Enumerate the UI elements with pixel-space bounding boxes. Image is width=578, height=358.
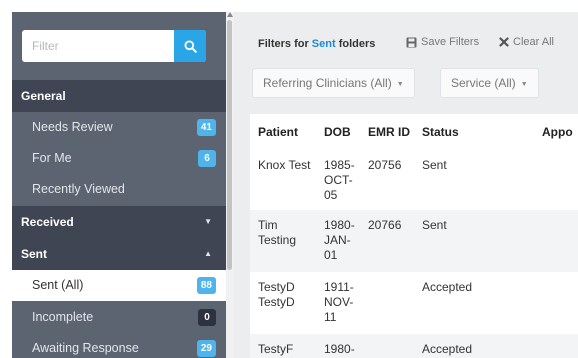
service-dropdown[interactable]: Service (All) ▼ [440, 68, 539, 98]
column-header-status[interactable]: Status [422, 114, 459, 150]
dob-cell: 1911- NOV- 11 [324, 280, 354, 324]
sidebar-item-sent-all[interactable]: Sent (All) 88 [12, 270, 226, 301]
status-cell: Accepted [422, 280, 473, 294]
dob-cell: 1980- JAN- 01 [324, 218, 355, 262]
filters-title: Filters for Sent folders [258, 38, 375, 50]
save-filters-label: Save Filters [421, 36, 480, 48]
count-badge: 29 [196, 340, 216, 357]
table-row[interactable]: Tim Testing 1980- JAN- 01 20766 Sent [250, 210, 578, 272]
filters-title-prefix: Filters for [258, 38, 312, 50]
table-row[interactable]: TestyF 1980- Accepted [250, 334, 578, 358]
search-button[interactable] [174, 30, 206, 62]
dropdown-label: Referring Clinicians (All) [263, 76, 392, 90]
close-icon [499, 37, 509, 47]
dob-cell: 1985- OCT- 05 [324, 158, 355, 202]
table-header-row: Patient DOB EMR ID Status Appo [250, 114, 578, 150]
save-filters-button[interactable]: Save Filters [406, 36, 479, 48]
section-received-label: Received [21, 215, 74, 229]
filter-box [22, 30, 206, 62]
filter-input[interactable] [22, 30, 174, 62]
count-badge: 6 [198, 150, 216, 167]
scrollbar-thumb[interactable] [227, 20, 232, 270]
section-sent-label: Sent [21, 247, 48, 261]
sidebar-item-label: Sent (All) [32, 278, 84, 292]
sidebar-item-label: Recently Viewed [32, 182, 125, 196]
dropdown-label: Service (All) [451, 76, 516, 90]
clear-all-label: Clear All [513, 36, 554, 48]
filters-title-folder: Sent [311, 38, 336, 50]
status-cell: Sent [422, 158, 447, 172]
section-sent[interactable]: Sent ▲ [12, 238, 226, 270]
table-row[interactable]: TestyD TestyD 1911- NOV- 11 Accepted [250, 272, 578, 334]
column-header-patient[interactable]: Patient [258, 114, 298, 150]
patient-cell: Knox Test [258, 158, 311, 172]
sidebar-item-needs-review[interactable]: Needs Review 41 [12, 112, 226, 143]
caret-down-icon: ▼ [396, 81, 404, 88]
scroll-up-icon[interactable] [227, 12, 233, 17]
status-cell: Accepted [422, 342, 473, 356]
dob-cell: 1980- [324, 342, 355, 356]
patient-cell: TestyF [258, 342, 294, 356]
sidebar-item-label: Awaiting Response [32, 341, 139, 355]
column-header-appointment[interactable]: Appo [542, 114, 573, 150]
sidebar-item-recently-viewed[interactable]: Recently Viewed [12, 174, 226, 205]
section-general[interactable]: General [12, 80, 226, 112]
patient-cell: Tim Testing [258, 218, 297, 247]
section-general-label: General [21, 89, 66, 103]
sidebar-scrollbar[interactable] [226, 12, 234, 358]
save-icon [406, 37, 417, 47]
count-badge: 0 [198, 309, 216, 326]
status-cell: Sent [422, 218, 447, 232]
count-badge: 41 [196, 119, 216, 136]
table-row[interactable]: Knox Test 1985- OCT- 05 20756 Sent [250, 150, 578, 210]
sidebar-item-for-me[interactable]: For Me 6 [12, 143, 226, 174]
sidebar: General Needs Review 41 For Me 6 Recentl… [12, 12, 226, 358]
caret-up-icon: ▲ [204, 249, 212, 258]
search-icon [184, 40, 197, 53]
sidebar-item-label: Needs Review [32, 120, 113, 134]
section-received[interactable]: Received ▼ [12, 206, 226, 238]
filters-title-suffix: folders [335, 38, 376, 50]
count-badge: 88 [196, 277, 216, 294]
emr-id-cell: 20766 [368, 218, 402, 232]
sidebar-item-incomplete[interactable]: Incomplete 0 [12, 302, 226, 333]
caret-down-icon: ▼ [520, 81, 528, 88]
clear-all-button[interactable]: Clear All [499, 36, 554, 48]
main-content: Filters for Sent folders Save Filters Cl… [234, 12, 578, 358]
column-header-emr-id[interactable]: EMR ID [368, 114, 410, 150]
sidebar-item-label: Incomplete [32, 310, 94, 324]
sidebar-item-awaiting-response[interactable]: Awaiting Response 29 [12, 333, 226, 358]
patient-cell: TestyD TestyD [258, 280, 295, 309]
caret-down-icon: ▼ [204, 217, 212, 226]
column-header-dob[interactable]: DOB [324, 114, 351, 150]
sidebar-item-label: For Me [32, 151, 72, 165]
referring-clinicians-dropdown[interactable]: Referring Clinicians (All) ▼ [252, 68, 415, 98]
emr-id-cell: 20756 [368, 158, 402, 172]
